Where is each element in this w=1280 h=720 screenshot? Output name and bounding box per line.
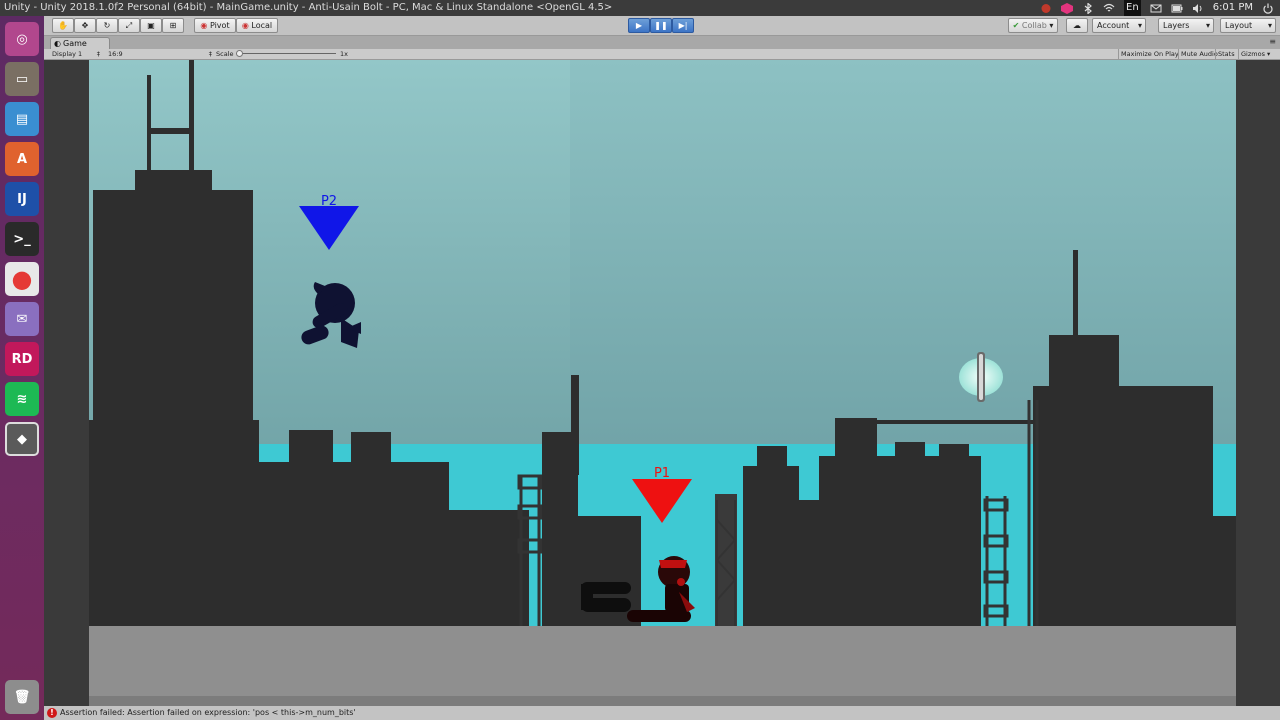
tab-game[interactable]: ◐ Game: [50, 37, 110, 49]
game-tab-label: Game: [63, 39, 87, 48]
pivot-icon: ◉: [200, 21, 208, 30]
power-icon[interactable]: [1262, 3, 1274, 14]
chrome-icon[interactable]: ●: [5, 262, 39, 296]
ubuntu-launcher: ◎ ▭ ▤ A IJ >_ ● ✉ RD ≋ ◆ 🗑: [0, 16, 44, 720]
maximize-on-play-toggle[interactable]: Maximize On Play: [1118, 49, 1181, 59]
local-label: Local: [251, 21, 273, 30]
terminal-icon[interactable]: >_: [5, 222, 39, 256]
mail-icon[interactable]: [1150, 3, 1162, 14]
layout-label: Layout: [1225, 21, 1253, 30]
dropbox-icon[interactable]: [1040, 3, 1052, 14]
account-label: Account: [1097, 21, 1130, 30]
status-message: Assertion failed: Assertion failed on ex…: [60, 708, 356, 717]
gizmos-label: Gizmos: [1241, 50, 1265, 58]
play-button[interactable]: ▶: [628, 18, 650, 33]
ubuntu-dash-icon[interactable]: ◎: [5, 22, 39, 56]
gizmos-dropdown[interactable]: Gizmos ▾: [1238, 49, 1272, 59]
game-view-toolbar: Display 1 ‡ 16:9 ‡ Scale 1x Maximize On Pl…: [44, 49, 1280, 60]
collab-label: Collab: [1021, 21, 1047, 30]
pivot-label: Pivot: [209, 21, 230, 30]
battery-icon[interactable]: [1171, 3, 1183, 14]
scale-tool-icon[interactable]: ⤢: [118, 18, 140, 33]
display-label: Display 1: [52, 50, 83, 58]
pivot-toggle[interactable]: ◉ Pivot: [194, 18, 236, 33]
scale-slider-handle[interactable]: [236, 50, 243, 57]
scene-canvas: P2 P1: [89, 60, 1236, 706]
layout-dropdown[interactable]: Layout ▾: [1220, 18, 1276, 33]
scale-label: Scale: [216, 50, 234, 58]
ground: [89, 626, 1236, 706]
rotate-tool-icon[interactable]: ↻: [96, 18, 118, 33]
layers-label: Layers: [1163, 21, 1190, 30]
p1-label: P1: [654, 466, 670, 481]
game-tab-icon: ◐: [54, 39, 61, 48]
system-tray: En 6:01 PM: [1040, 0, 1274, 16]
account-dropdown[interactable]: Account ▾: [1092, 18, 1146, 33]
aspect-label: 16:9: [108, 50, 123, 58]
game-scene[interactable]: P2 P1: [89, 60, 1236, 706]
move-tool-icon[interactable]: ✥: [74, 18, 96, 33]
hand-tool-icon[interactable]: ✋: [52, 18, 74, 33]
rect-tool-icon[interactable]: ▣: [140, 18, 162, 33]
aspect-dropdown[interactable]: 16:9 ‡: [108, 49, 212, 59]
wifi-icon[interactable]: [1103, 3, 1115, 14]
step-button[interactable]: ▶|: [672, 18, 694, 33]
scale-value: 1x: [340, 50, 348, 58]
trash-icon[interactable]: 🗑: [5, 680, 39, 714]
volume-icon[interactable]: [1192, 3, 1204, 14]
unity-toolbar: ✋ ✥ ↻ ⤢ ▣ ⊞ ◉ Pivot ◉ Local ▶ ❚❚ ▶| ✔ Co…: [44, 16, 1280, 36]
intellij-icon[interactable]: IJ: [5, 182, 39, 216]
pause-button[interactable]: ❚❚: [650, 18, 672, 33]
console-status-bar[interactable]: ! Assertion failed: Assertion failed on …: [44, 706, 1280, 720]
local-toggle[interactable]: ◉ Local: [236, 18, 278, 33]
transform-tool-icon[interactable]: ⊞: [162, 18, 184, 33]
unity-hub-icon[interactable]: [1061, 2, 1074, 14]
tab-bar: ◐ Game ≡: [44, 36, 1280, 49]
unity-icon[interactable]: ◆: [5, 422, 39, 456]
local-icon: ◉: [241, 21, 249, 30]
clock[interactable]: 6:01 PM: [1213, 0, 1253, 16]
pidgin-icon[interactable]: ✉: [5, 302, 39, 336]
window-title: Unity - Unity 2018.1.0f2 Personal (64bit…: [4, 2, 613, 13]
rider-icon[interactable]: RD: [5, 342, 39, 376]
ground-edge: [89, 696, 1236, 706]
mute-audio-toggle[interactable]: Mute Audio: [1178, 49, 1220, 59]
game-view[interactable]: P2 P1: [44, 60, 1280, 706]
panel-menu-icon[interactable]: ≡: [1269, 37, 1276, 46]
libreoffice-writer-icon[interactable]: ▤: [5, 102, 39, 136]
stats-toggle[interactable]: Stats: [1215, 49, 1237, 59]
cloud-icon[interactable]: ☁: [1066, 18, 1088, 33]
layers-dropdown[interactable]: Layers ▾: [1158, 18, 1214, 33]
error-icon: !: [47, 708, 57, 718]
scale-slider[interactable]: [236, 49, 336, 59]
files-icon[interactable]: ▭: [5, 62, 39, 96]
keyboard-layout-indicator[interactable]: En: [1124, 0, 1141, 16]
collab-dropdown[interactable]: ✔ Collab ▾: [1008, 18, 1058, 33]
spotify-icon[interactable]: ≋: [5, 382, 39, 416]
software-center-icon[interactable]: A: [5, 142, 39, 176]
check-icon: ✔: [1012, 21, 1020, 30]
os-title-bar: Unity - Unity 2018.1.0f2 Personal (64bit…: [0, 0, 1280, 16]
bluetooth-icon[interactable]: [1082, 1, 1094, 15]
display-dropdown[interactable]: Display 1 ‡: [52, 49, 100, 59]
